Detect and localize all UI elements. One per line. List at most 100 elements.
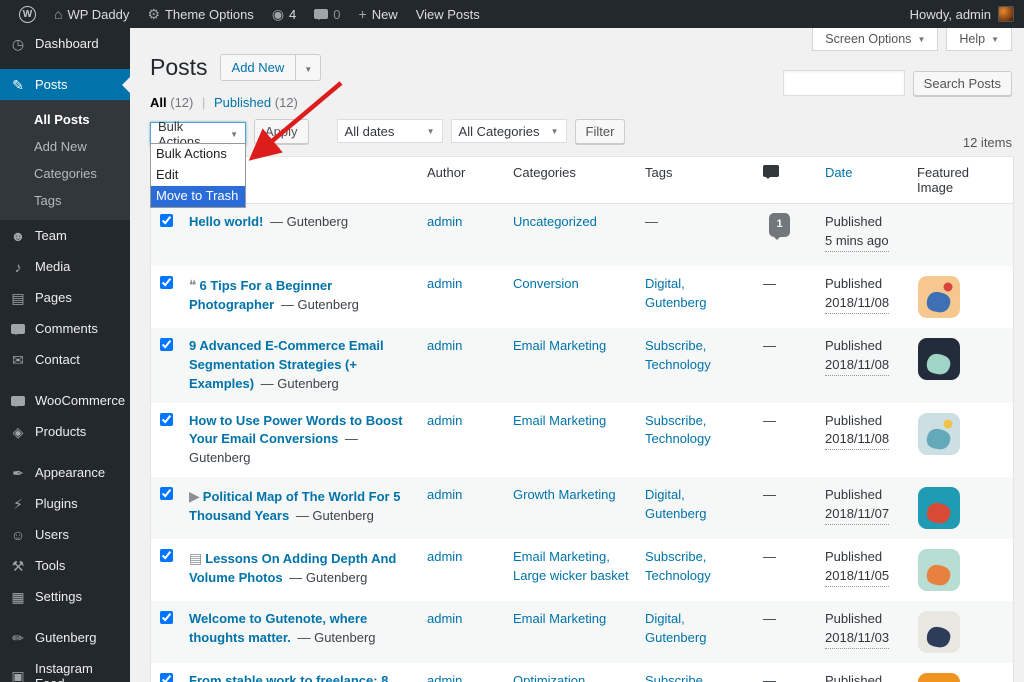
- separator: |: [202, 95, 206, 110]
- tags-links[interactable]: Subscribe, Technology: [645, 338, 711, 372]
- chevron-down-icon: ▼: [550, 126, 559, 136]
- plugins-plug-icon: ⚡: [13, 495, 23, 512]
- comments-counter[interactable]: 0: [305, 0, 349, 28]
- tags-links[interactable]: Subscribe, Technology: [645, 413, 711, 447]
- post-title-link[interactable]: From stable work to freelance: 8 tips fo…: [189, 673, 388, 682]
- sidebar-item-gutenberg[interactable]: ✏ Gutenberg: [0, 622, 130, 653]
- sidebar-item-posts[interactable]: ✎ Posts: [0, 69, 130, 100]
- row-checkbox[interactable]: [160, 338, 173, 351]
- tags-links[interactable]: Digital, Gutenberg: [645, 487, 706, 521]
- site-name-link[interactable]: ⌂ WP Daddy: [45, 0, 138, 28]
- author-link[interactable]: admin: [427, 276, 462, 291]
- post-title-link[interactable]: How to Use Power Words to Boost Your Ema…: [189, 413, 403, 447]
- author-link[interactable]: admin: [427, 549, 462, 564]
- featured-image-thumbnail: [918, 412, 960, 455]
- row-checkbox[interactable]: [160, 214, 173, 227]
- tags-links[interactable]: Digital, Gutenberg: [645, 611, 706, 645]
- post-title-link[interactable]: Hello world!: [189, 214, 263, 229]
- categories-links[interactable]: Growth Marketing: [513, 487, 616, 502]
- site-name: WP Daddy: [67, 6, 130, 22]
- row-checkbox[interactable]: [160, 549, 173, 563]
- tags-links[interactable]: Subscribe, Technology: [645, 673, 711, 682]
- row-checkbox[interactable]: [160, 276, 173, 289]
- howdy-admin-link[interactable]: Howdy, admin: [910, 7, 991, 22]
- help-button[interactable]: Help ▼: [946, 28, 1012, 51]
- sidebar-item-team[interactable]: ☻ Team: [0, 220, 130, 251]
- page-title: Posts: [150, 54, 208, 80]
- sidebar-item-settings[interactable]: ▦ Settings: [0, 581, 130, 612]
- dropdown-option-bulk-actions[interactable]: Bulk Actions: [151, 144, 245, 165]
- dropdown-option-edit[interactable]: Edit: [151, 165, 245, 186]
- categories-links[interactable]: Uncategorized: [513, 214, 597, 229]
- tags-links[interactable]: Subscribe, Technology: [645, 549, 711, 583]
- post-state: — Gutenberg: [297, 629, 376, 645]
- theme-options-adminbar-link[interactable]: ⚙ Theme Options: [138, 0, 262, 28]
- featured-image-thumbnail: [918, 276, 960, 318]
- dashboard-icon: ◷: [11, 35, 25, 52]
- sidebar-item-tools[interactable]: ⚒ Tools: [0, 550, 130, 581]
- filter-published-link[interactable]: Published: [214, 95, 271, 110]
- author-link[interactable]: admin: [427, 487, 462, 502]
- chevron-down-icon: ▼: [230, 129, 238, 139]
- author-link[interactable]: admin: [427, 338, 462, 353]
- screen-options-button[interactable]: Screen Options ▼: [812, 28, 939, 51]
- submenu-tags[interactable]: Tags: [0, 187, 130, 214]
- author-link[interactable]: admin: [427, 673, 462, 682]
- column-date-sort-link[interactable]: Date: [825, 165, 852, 180]
- tags-links[interactable]: Digital, Gutenberg: [645, 276, 706, 310]
- add-new-dropdown-button[interactable]: ▼: [296, 54, 322, 81]
- row-checkbox[interactable]: [160, 673, 173, 682]
- avatar[interactable]: [998, 6, 1014, 22]
- categories-links[interactable]: Email Marketing: [513, 338, 606, 353]
- sidebar-item-dashboard[interactable]: ◷ Dashboard: [0, 28, 130, 59]
- categories-links[interactable]: Conversion: [513, 276, 579, 291]
- view-posts-link[interactable]: View Posts: [407, 0, 489, 28]
- sidebar-item-contact[interactable]: ✉ Contact: [0, 344, 130, 375]
- categories-links[interactable]: Email Marketing, Large wicker basket: [513, 549, 629, 583]
- categories-links[interactable]: Optimization: [513, 673, 585, 682]
- media-icon: ♪: [14, 258, 22, 275]
- sidebar-item-plugins[interactable]: ⚡ Plugins: [0, 488, 130, 519]
- author-link[interactable]: admin: [427, 413, 462, 428]
- all-categories-select[interactable]: All Categories ▼: [450, 119, 567, 143]
- sidebar-item-label: Comments: [35, 321, 98, 336]
- search-input[interactable]: [782, 70, 905, 96]
- sidebar-item-media[interactable]: ♪ Media: [0, 251, 130, 282]
- apply-button[interactable]: Apply: [254, 119, 309, 144]
- all-count: (12): [170, 95, 194, 110]
- post-date: 5 mins ago: [825, 232, 889, 252]
- row-checkbox[interactable]: [160, 487, 173, 501]
- all-dates-select[interactable]: All dates ▼: [336, 119, 443, 143]
- author-link[interactable]: admin: [427, 611, 462, 626]
- sidebar-item-products[interactable]: ◈ Products: [0, 416, 130, 447]
- no-tags-dash: —: [645, 214, 658, 229]
- gear-icon: ⚙: [147, 6, 160, 22]
- submenu-all-posts[interactable]: All Posts: [0, 106, 130, 133]
- featured-image-thumbnail: [918, 611, 960, 654]
- filter-button[interactable]: Filter: [574, 119, 626, 144]
- sidebar-item-pages[interactable]: ▤ Pages: [0, 282, 130, 313]
- table-row: 9 Advanced E-Commerce Email Segmentation…: [151, 328, 1013, 403]
- search-posts-button[interactable]: Search Posts: [912, 70, 1012, 96]
- new-content-menu[interactable]: + New: [350, 0, 407, 28]
- post-state: — Gutenberg: [270, 214, 349, 229]
- wordpress-menu[interactable]: W: [10, 0, 45, 28]
- sidebar-item-appearance[interactable]: ✒ Appearance: [0, 457, 130, 488]
- sidebar-item-comments[interactable]: Comments: [0, 313, 130, 344]
- no-comments-dash: —: [763, 276, 776, 291]
- author-link[interactable]: admin: [427, 214, 462, 229]
- filter-all-link[interactable]: All: [150, 95, 167, 110]
- dropdown-option-move-to-trash[interactable]: Move to Trash: [151, 185, 245, 207]
- add-new-button[interactable]: Add New: [219, 54, 297, 81]
- comment-count-bubble[interactable]: 1: [769, 213, 790, 240]
- row-checkbox[interactable]: [160, 412, 173, 426]
- sidebar-item-instagram-feed[interactable]: ▣ Instagram Feed: [0, 653, 130, 682]
- submenu-categories[interactable]: Categories: [0, 160, 130, 187]
- row-checkbox[interactable]: [160, 611, 173, 625]
- views-counter[interactable]: ◉ 4: [263, 0, 305, 28]
- categories-links[interactable]: Email Marketing: [513, 413, 606, 428]
- categories-links[interactable]: Email Marketing: [513, 611, 606, 626]
- sidebar-item-users[interactable]: ☺ Users: [0, 519, 130, 550]
- submenu-add-new[interactable]: Add New: [0, 133, 130, 160]
- sidebar-item-woocommerce[interactable]: WooCommerce: [0, 385, 130, 416]
